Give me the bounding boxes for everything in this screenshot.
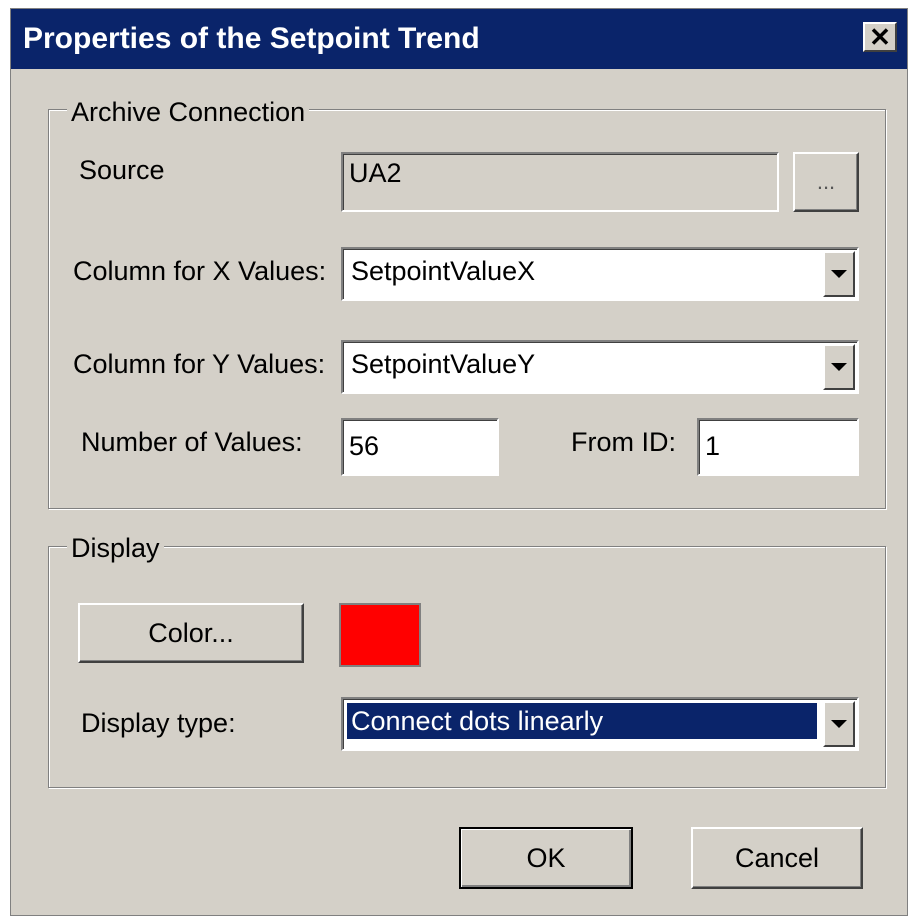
color-button-label: Color...: [148, 617, 234, 648]
x-column-label: Column for X Values:: [73, 256, 327, 286]
number-of-values-label: Number of Values:: [81, 427, 303, 457]
chevron-down-icon: [831, 270, 847, 278]
source-label: Source: [79, 155, 165, 185]
ok-button-label: OK: [526, 842, 566, 873]
window-title: Properties of the Setpoint Trend: [23, 22, 480, 55]
y-column-select[interactable]: SetpointValueY: [341, 340, 859, 394]
display-group: [48, 546, 886, 788]
chevron-down-icon: [831, 720, 847, 728]
y-column-label: Column for Y Values:: [73, 349, 326, 379]
cancel-button-label: Cancel: [734, 842, 820, 873]
browse-button-label: ...: [816, 169, 836, 194]
display-type-select[interactable]: Connect dots linearly: [341, 697, 859, 751]
y-column-value: SetpointValueY: [351, 349, 536, 379]
properties-dialog: Properties of the Setpoint Trend ✕ Archi…: [10, 8, 908, 916]
source-field: UA2: [341, 152, 779, 212]
x-column-select[interactable]: SetpointValueX: [341, 247, 859, 301]
display-type-dropdown-button[interactable]: [823, 701, 855, 747]
close-icon: ✕: [869, 22, 891, 52]
browse-button[interactable]: ...: [793, 152, 859, 212]
display-type-label: Display type:: [81, 708, 236, 738]
x-column-dropdown-button[interactable]: [823, 251, 855, 297]
archive-connection-legend: Archive Connection: [67, 97, 310, 127]
chevron-down-icon: [831, 363, 847, 371]
title-bar[interactable]: Properties of the Setpoint Trend ✕: [11, 9, 907, 69]
ok-button[interactable]: OK: [459, 827, 633, 889]
color-swatch: [339, 603, 421, 667]
x-column-value: SetpointValueX: [351, 256, 536, 286]
y-column-dropdown-button[interactable]: [823, 344, 855, 390]
color-button[interactable]: Color...: [78, 603, 304, 663]
cancel-button[interactable]: Cancel: [691, 827, 863, 889]
display-legend: Display: [67, 533, 164, 563]
from-id-label: From ID:: [571, 427, 676, 457]
display-type-value: Connect dots linearly: [346, 702, 818, 740]
from-id-input[interactable]: 1: [697, 418, 859, 476]
close-button[interactable]: ✕: [863, 22, 897, 52]
number-of-values-input[interactable]: 56: [341, 418, 499, 476]
